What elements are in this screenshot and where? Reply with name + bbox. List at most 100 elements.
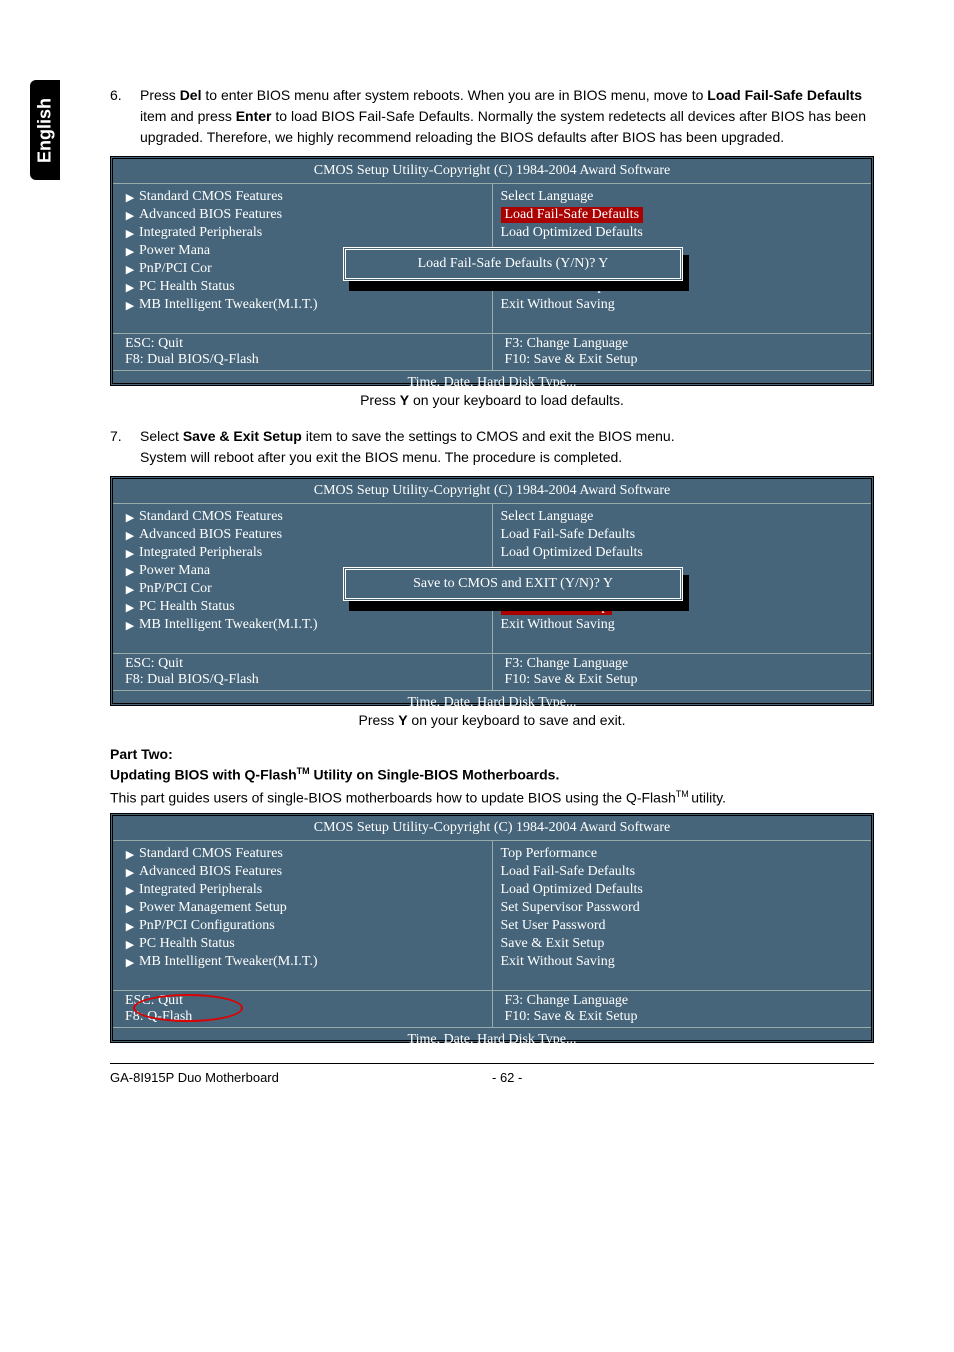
- menu-arrow-icon: ▶: [121, 848, 139, 861]
- trademark-icon: TM: [676, 789, 692, 799]
- bios-right-column: Top Performance Load Fail-Safe Defaults …: [493, 841, 872, 990]
- bios-menu-item[interactable]: Integrated Peripherals: [139, 882, 262, 898]
- menu-arrow-icon: ▶: [121, 956, 139, 969]
- bios-menu-item[interactable]: Exit Without Saving: [501, 617, 615, 633]
- bios-menu-item[interactable]: MB Intelligent Tweaker(M.I.T.): [139, 617, 318, 633]
- bios-left-column: ▶Standard CMOS Features ▶Advanced BIOS F…: [113, 841, 493, 990]
- bios-help-f10: F10: Save & Exit Setup: [505, 672, 860, 688]
- bios-menu-item[interactable]: Load Optimized Defaults: [501, 225, 643, 241]
- bios-hint: Time, Date, Hard Disk Type...: [113, 1028, 871, 1052]
- bios-confirm-popup[interactable]: Load Fail-Safe Defaults (Y/N)? Y: [343, 247, 683, 281]
- footer-page-number: - 62 -: [492, 1070, 874, 1085]
- menu-arrow-icon: ▶: [121, 227, 139, 240]
- bios-menu-item[interactable]: Set Supervisor Password: [501, 900, 640, 916]
- bios-help-f3: F3: Change Language: [505, 656, 860, 672]
- bios-help-f8: F8: Dual BIOS/Q-Flash: [125, 352, 480, 368]
- step-7: 7. Select Save & Exit Setup item to save…: [110, 426, 874, 468]
- t: Select: [140, 428, 183, 444]
- menu-arrow-icon: ▶: [121, 281, 139, 294]
- bios-menu-item[interactable]: Advanced BIOS Features: [139, 527, 282, 543]
- step-number: 7.: [110, 426, 140, 468]
- bios-screenshot-load-defaults: CMOS Setup Utility-Copyright (C) 1984-20…: [110, 156, 874, 386]
- bios-menu-item[interactable]: PnP/PCI Configurations: [139, 918, 275, 934]
- language-tab: English: [30, 80, 60, 180]
- part-two-heading: Part Two:: [110, 746, 874, 762]
- bios-help-f3: F3: Change Language: [505, 993, 860, 1009]
- bios-menu-item-selected[interactable]: Load Fail-Safe Defaults: [501, 207, 644, 223]
- bios-menu-item[interactable]: Exit Without Saving: [501, 954, 615, 970]
- part-two-subheading: Updating BIOS with Q-FlashTM Utility on …: [110, 766, 874, 783]
- menu-arrow-icon: ▶: [121, 511, 139, 524]
- step-text: Select Save & Exit Setup item to save th…: [140, 426, 874, 468]
- bios-hint: Time, Date, Hard Disk Type...: [113, 371, 871, 395]
- t: System will reboot after you exit the BI…: [140, 449, 622, 465]
- bios-menu-item[interactable]: Integrated Peripherals: [139, 545, 262, 561]
- bios-menu-item[interactable]: Save & Exit Setup: [501, 936, 605, 952]
- bios-menu-item[interactable]: Power Management Setup: [139, 900, 287, 916]
- bios-menu-item[interactable]: Exit Without Saving: [501, 297, 615, 313]
- bios-menu-item[interactable]: Load Optimized Defaults: [501, 882, 643, 898]
- menu-arrow-icon: ▶: [121, 191, 139, 204]
- bios-menu-item[interactable]: Power Mana: [139, 563, 210, 579]
- bios-confirm-popup[interactable]: Save to CMOS and EXIT (Y/N)? Y: [343, 567, 683, 601]
- bios-help-esc: ESC: Quit: [125, 336, 480, 352]
- menu-arrow-icon: ▶: [121, 866, 139, 879]
- bios-menu-item[interactable]: Load Fail-Safe Defaults: [501, 527, 636, 543]
- menu-arrow-icon: ▶: [121, 902, 139, 915]
- key-enter: Enter: [236, 108, 272, 124]
- bios-menu-item[interactable]: Select Language: [501, 509, 594, 525]
- bios-menu-item[interactable]: MB Intelligent Tweaker(M.I.T.): [139, 954, 318, 970]
- key-del: Del: [180, 87, 202, 103]
- bios-menu-item[interactable]: PnP/PCI Cor: [139, 261, 212, 277]
- t: to enter BIOS menu after system reboots.…: [201, 87, 707, 103]
- bios-screenshot-qflash: CMOS Setup Utility-Copyright (C) 1984-20…: [110, 813, 874, 1043]
- menu-arrow-icon: ▶: [121, 263, 139, 276]
- menu-arrow-icon: ▶: [121, 619, 139, 632]
- bios-menu-item[interactable]: MB Intelligent Tweaker(M.I.T.): [139, 297, 318, 313]
- t: utility.: [691, 789, 726, 805]
- bios-menu-item[interactable]: Load Fail-Safe Defaults: [501, 864, 636, 880]
- bios-menu-item[interactable]: PnP/PCI Cor: [139, 581, 212, 597]
- bios-help-f3: F3: Change Language: [505, 336, 860, 352]
- bios-menu-item[interactable]: Advanced BIOS Features: [139, 207, 282, 223]
- menu-arrow-icon: ▶: [121, 529, 139, 542]
- bios-title: CMOS Setup Utility-Copyright (C) 1984-20…: [113, 479, 871, 504]
- bios-menu-item[interactable]: PC Health Status: [139, 936, 235, 952]
- bios-title: CMOS Setup Utility-Copyright (C) 1984-20…: [113, 816, 871, 841]
- trademark-icon: TM: [297, 766, 310, 776]
- menu-arrow-icon: ▶: [121, 547, 139, 560]
- bios-menu-item[interactable]: Advanced BIOS Features: [139, 864, 282, 880]
- menu-arrow-icon: ▶: [121, 601, 139, 614]
- t: This part guides users of single-BIOS mo…: [110, 789, 676, 805]
- bios-menu-item[interactable]: PC Health Status: [139, 279, 235, 295]
- bios-help-f10: F10: Save & Exit Setup: [505, 1009, 860, 1025]
- bios-menu-item[interactable]: Standard CMOS Features: [139, 846, 283, 862]
- bios-title: CMOS Setup Utility-Copyright (C) 1984-20…: [113, 159, 871, 184]
- bios-menu-item[interactable]: Load Optimized Defaults: [501, 545, 643, 561]
- bios-screenshot-save-exit: CMOS Setup Utility-Copyright (C) 1984-20…: [110, 476, 874, 706]
- menu-arrow-icon: ▶: [121, 565, 139, 578]
- bios-menu-item[interactable]: Standard CMOS Features: [139, 509, 283, 525]
- bios-hint: Time, Date, Hard Disk Type...: [113, 691, 871, 715]
- bios-help-f10: F10: Save & Exit Setup: [505, 352, 860, 368]
- t: Press: [140, 87, 180, 103]
- footer-product: GA-8I915P Duo Motherboard: [110, 1070, 492, 1085]
- part-two-intro: This part guides users of single-BIOS mo…: [110, 789, 874, 806]
- menu-arrow-icon: ▶: [121, 884, 139, 897]
- menu-arrow-icon: ▶: [121, 209, 139, 222]
- bios-menu-item[interactable]: Power Mana: [139, 243, 210, 259]
- bios-menu-item[interactable]: Integrated Peripherals: [139, 225, 262, 241]
- bios-menu-item[interactable]: Top Performance: [501, 846, 598, 862]
- bios-menu-item[interactable]: PC Health Status: [139, 599, 235, 615]
- bios-menu-item[interactable]: Set User Password: [501, 918, 606, 934]
- t: Updating BIOS with Q-Flash: [110, 767, 297, 783]
- menu-arrow-icon: ▶: [121, 245, 139, 258]
- menu-arrow-icon: ▶: [121, 583, 139, 596]
- menu-arrow-icon: ▶: [121, 920, 139, 933]
- bios-menu-item[interactable]: Select Language: [501, 189, 594, 205]
- step-text: Press Del to enter BIOS menu after syste…: [140, 85, 874, 148]
- bios-menu-item[interactable]: Standard CMOS Features: [139, 189, 283, 205]
- t: item to save the settings to CMOS and ex…: [302, 428, 675, 444]
- menu-arrow-icon: ▶: [121, 299, 139, 312]
- step-number: 6.: [110, 85, 140, 148]
